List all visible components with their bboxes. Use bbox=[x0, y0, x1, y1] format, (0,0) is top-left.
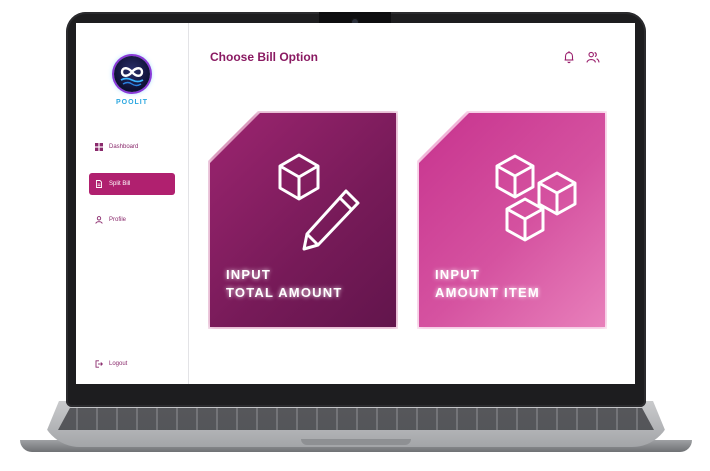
card-label-line1: INPUT bbox=[226, 267, 271, 282]
infinity-icon bbox=[120, 67, 144, 87]
card-label-line2: TOTAL AMOUNT bbox=[226, 285, 343, 300]
sidebar-item-label: Profile bbox=[109, 217, 127, 223]
box-pencil-icon bbox=[278, 153, 360, 251]
sidebar: POOLIT Dashboard Split Bill Profile Logo… bbox=[76, 23, 189, 384]
page-title: Choose Bill Option bbox=[210, 50, 318, 64]
card-label-line1: INPUT bbox=[435, 267, 480, 282]
dashboard-icon bbox=[95, 143, 103, 151]
laptop-notch bbox=[301, 439, 411, 445]
sidebar-item-label: Dashboard bbox=[109, 144, 139, 150]
card-label-line2: AMOUNT ITEM bbox=[435, 285, 540, 300]
logo-text: POOLIT bbox=[115, 99, 149, 106]
sidebar-item-split-bill[interactable]: Split Bill bbox=[89, 173, 175, 195]
input-amount-item-card[interactable]: INPUT AMOUNT ITEM bbox=[419, 113, 605, 327]
laptop-keyboard bbox=[58, 408, 654, 430]
user-icon bbox=[95, 216, 103, 224]
card-label: INPUT TOTAL AMOUNT bbox=[226, 266, 342, 302]
sidebar-item-dashboard[interactable]: Dashboard bbox=[76, 136, 188, 158]
users-icon[interactable] bbox=[586, 50, 600, 64]
sidebar-item-label: Split Bill bbox=[109, 181, 131, 187]
input-total-amount-card[interactable]: INPUT TOTAL AMOUNT bbox=[210, 113, 396, 327]
laptop-frame: POOLIT Dashboard Split Bill Profile Logo… bbox=[0, 0, 710, 471]
logout-icon bbox=[95, 360, 104, 368]
app-logo bbox=[114, 56, 150, 92]
app-screen: POOLIT Dashboard Split Bill Profile Logo… bbox=[76, 23, 635, 384]
document-icon bbox=[95, 180, 103, 188]
logout-label: Logout bbox=[109, 361, 128, 367]
logout-button[interactable]: Logout bbox=[76, 353, 188, 375]
bell-icon[interactable] bbox=[562, 50, 576, 64]
sidebar-item-profile[interactable]: Profile bbox=[76, 209, 188, 231]
boxes-icon bbox=[495, 154, 577, 242]
card-label: INPUT AMOUNT ITEM bbox=[435, 266, 540, 302]
